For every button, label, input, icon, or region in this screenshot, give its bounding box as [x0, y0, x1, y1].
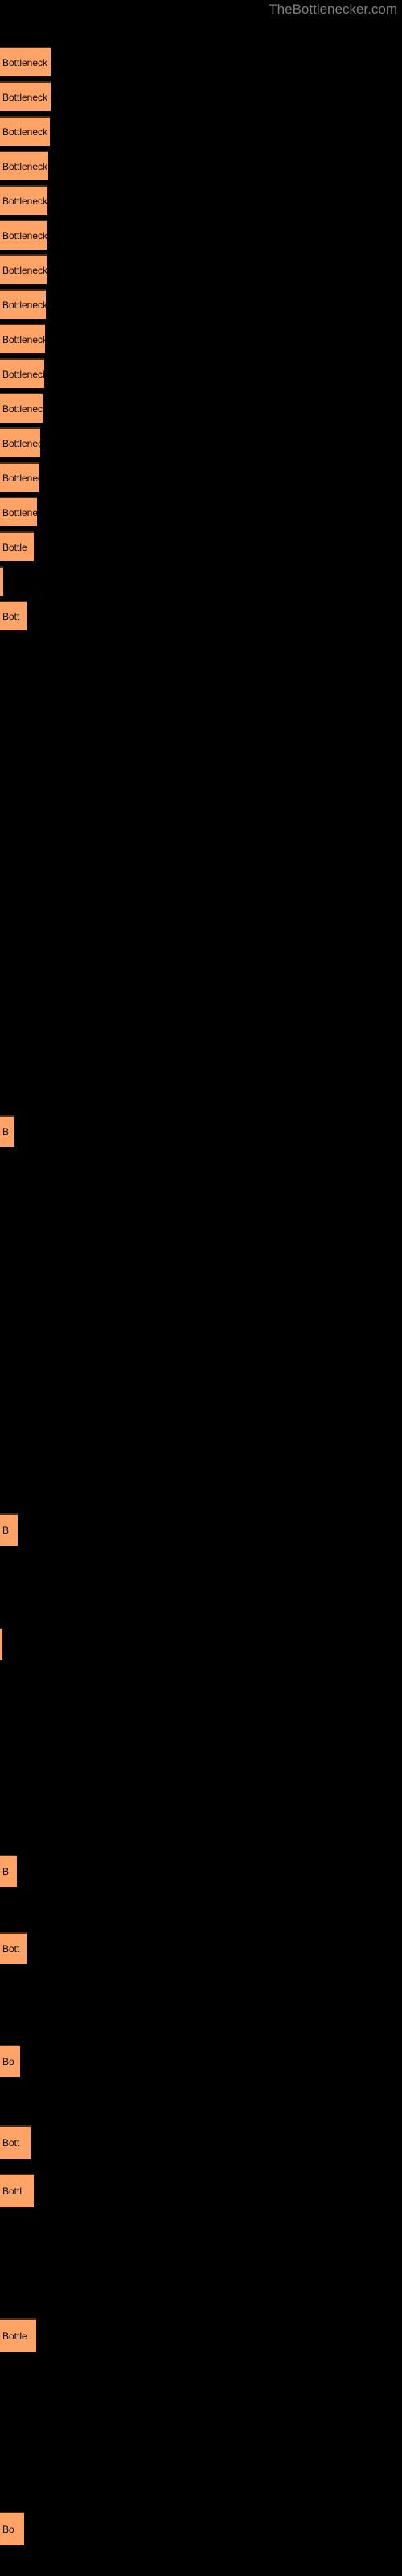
chart-bar[interactable]: Bottleneck r: [0, 358, 44, 388]
chart-bar[interactable]: Bottleneck res: [0, 47, 51, 76]
chart-bar-label: Bottleneck re: [2, 264, 47, 276]
chart-bar-label: Bottleneck: [2, 472, 39, 484]
chart-bar[interactable]: Bott: [0, 2125, 31, 2159]
chart-bar-label: Bottl: [2, 2186, 23, 2197]
chart-bar[interactable]: B: [0, 1513, 18, 1546]
chart-bar-label: Bottleneck re: [2, 333, 45, 345]
chart-bar[interactable]: Bo: [0, 2512, 24, 2545]
chart-bar[interactable]: B: [0, 1115, 14, 1147]
chart-bar[interactable]: Bottleneck: [0, 462, 39, 492]
chart-bar[interactable]: Bottleneck: [0, 427, 40, 457]
chart-bar-label: Bott: [2, 1943, 20, 1955]
chart-bar[interactable]: Bott: [0, 601, 27, 630]
chart-bar-label: Bottle: [2, 2330, 27, 2342]
chart-bar[interactable]: Bottle: [0, 531, 34, 561]
chart-bar[interactable]: Bottleneck res: [0, 81, 51, 111]
chart-bar[interactable]: Bottleneck re: [0, 151, 48, 180]
chart-bar[interactable]: Bott: [0, 1932, 27, 1964]
chart-bar[interactable]: Bottleneck re: [0, 185, 47, 215]
chart-bar[interactable]: Bottl: [0, 2174, 34, 2207]
chart-bar-label: Bo: [2, 2056, 14, 2067]
chart-bar-label: Bottleneck re: [2, 299, 46, 311]
chart-bar-label: B: [2, 1126, 10, 1137]
chart-bar-label: Bottleneck re: [2, 195, 47, 207]
chart-bar[interactable]: Bottleneck r: [0, 393, 43, 423]
chart-bar[interactable]: Bo: [0, 2045, 20, 2077]
bar-chart-plot-area: Bottleneck res Bottleneck res Bottleneck r…: [0, 0, 402, 2576]
chart-bar[interactable]: B: [0, 1855, 17, 1887]
chart-bar-label: Bottleneck r: [2, 368, 44, 380]
chart-bar[interactable]: Bottleneck re: [0, 289, 46, 319]
chart-bar-label: B: [2, 1525, 10, 1536]
chart-bar[interactable]: [0, 1628, 2, 1660]
chart-bar-label: Bottleneck res: [2, 56, 51, 68]
chart-bar-label: Bottleneck: [2, 437, 40, 449]
chart-bar-label: Bott: [2, 2137, 20, 2149]
chart-bar-label: Bottleneck re: [2, 160, 48, 172]
chart-bar[interactable]: Bottleneck re: [0, 324, 45, 353]
chart-bar-label: Bottleneck res: [2, 91, 51, 103]
chart-bar-label: Bottle: [2, 541, 27, 553]
chart-bar[interactable]: Bottleneck re: [0, 220, 47, 250]
chart-bar[interactable]: [0, 566, 3, 596]
chart-bar-label: Bottleneck res: [2, 126, 50, 138]
chart-bar[interactable]: Bottle: [0, 2318, 36, 2352]
chart-bar-label: Bottleneck re: [2, 229, 47, 242]
chart-bar[interactable]: Bottleneck: [0, 497, 37, 526]
chart-bar[interactable]: Bottleneck re: [0, 254, 47, 284]
chart-bar-label: Bo: [2, 2524, 14, 2535]
chart-bar-label: Bottleneck: [2, 506, 37, 518]
chart-bar[interactable]: Bottleneck res: [0, 116, 50, 146]
chart-bar-label: Bott: [2, 610, 20, 622]
chart-bar-label: Bottleneck r: [2, 402, 43, 415]
chart-bar-label: B: [2, 1866, 10, 1877]
